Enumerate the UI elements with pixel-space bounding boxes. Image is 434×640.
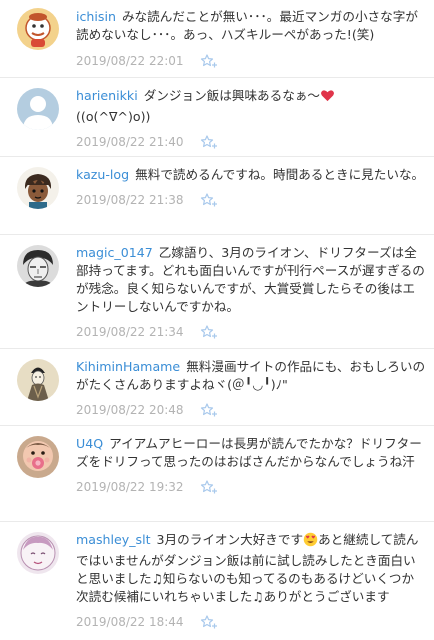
avatar-KihiminHamame[interactable] (17, 359, 59, 401)
comment-text: ichisin みな読んだことが無い･･･。最近マンガの小さな字が読めないなし･･… (76, 8, 426, 44)
comment-body: みな読んだことが無い･･･。最近マンガの小さな字が読めないなし･･･。あっ、ハズ… (76, 9, 418, 42)
comment-meta: 2019/08/22 18:44 (76, 614, 426, 630)
comment-meta: 2019/08/22 20:48 (76, 402, 426, 418)
cartoon-character-avatar (17, 8, 59, 50)
avatar-harienikki[interactable] (17, 88, 59, 130)
sketch-face-avatar (17, 532, 59, 574)
ukiyoe-figure-avatar (17, 359, 59, 401)
comment-text: U4Q アイアムアヒーローは長男が読んでたかな？ドリフターズをドリフって思ったのは… (76, 435, 426, 471)
comment-text: mashley_slt 3月のライオン大好きです あと継続して読んではいませんがダン… (76, 531, 426, 606)
username-link[interactable]: harienikki (76, 88, 138, 103)
comment-meta: 2019/08/22 22:01 (76, 53, 426, 69)
avatar-magic_0147[interactable] (17, 245, 59, 287)
star-add-icon[interactable] (200, 325, 218, 339)
comment-meta: 2019/08/22 19:32 (76, 479, 426, 495)
comment-item: mashley_slt 3月のライオン大好きです あと継続して読んではいませんがダン… (0, 522, 434, 640)
username-link[interactable]: kazu-log (76, 167, 129, 182)
avatar-kazu-log[interactable] (17, 167, 59, 209)
username-link[interactable]: KihiminHamame (76, 359, 180, 374)
heart-emoji-icon (320, 88, 335, 108)
avatar-ichisin[interactable] (17, 8, 59, 50)
comment-timestamp: 2019/08/22 20:48 (76, 403, 184, 417)
comment-text: harienikki ダンジョン飯は興味あるなぁ〜 ((o(^∇^)o)) (76, 87, 426, 126)
comment-timestamp: 2019/08/22 21:40 (76, 135, 184, 149)
username-link[interactable]: mashley_slt (76, 532, 151, 547)
comment-item: kazu-log 無料で読めるんですね。時間あるときに見たいな。 2019/08/… (0, 157, 434, 235)
star-add-icon[interactable] (200, 193, 218, 207)
comment-meta: 2019/08/22 21:34 (76, 324, 426, 340)
username-link[interactable]: ichisin (76, 9, 116, 24)
comment-timestamp: 2019/08/22 21:34 (76, 325, 184, 339)
comment-timestamp: 2019/08/22 22:01 (76, 54, 184, 68)
username-link[interactable]: magic_0147 (76, 245, 153, 260)
star-add-icon[interactable] (200, 480, 218, 494)
username-link[interactable]: U4Q (76, 436, 103, 451)
comment-meta: 2019/08/22 21:40 (76, 134, 426, 150)
comment-item: ichisin みな読んだことが無い･･･。最近マンガの小さな字が読めないなし･･… (0, 0, 434, 78)
comment-meta: 2019/08/22 21:38 (76, 192, 426, 208)
heart-eyes-face-icon (303, 532, 318, 552)
star-add-icon[interactable] (200, 54, 218, 68)
comment-item: magic_0147 乙嫁語り、3月のライオン、ドリフターズは全部持ってます。どれ… (0, 235, 434, 349)
comment-body: ダンジョン飯は興味あるなぁ〜 (143, 88, 321, 103)
comment-body: 無料で読めるんですね。時間あるときに見たいな。 (135, 167, 425, 182)
comment-timestamp: 2019/08/22 18:44 (76, 615, 184, 629)
avatar-U4Q[interactable] (17, 436, 59, 478)
comment-timestamp: 2019/08/22 19:32 (76, 480, 184, 494)
avatar-mashley_slt[interactable] (17, 532, 59, 574)
star-add-icon[interactable] (200, 615, 218, 629)
comment-body: アイアムアヒーローは長男が読んでたかな？ドリフターズをドリフって思ったのはおばさ… (76, 436, 422, 469)
comment-item: KihiminHamame 無料漫画サイトの作品にも、おもしろいのがたくさんありま… (0, 349, 434, 426)
comment-text: kazu-log 無料で読めるんですね。時間あるときに見たいな。 (76, 166, 426, 184)
comment-body-suffix: ((o(^∇^)o)) (76, 109, 151, 124)
sketch-portrait-avatar (17, 245, 59, 287)
star-add-icon[interactable] (200, 403, 218, 417)
comment-item: harienikki ダンジョン飯は興味あるなぁ〜 ((o(^∇^)o)) 2019… (0, 78, 434, 157)
default-silhouette-avatar (17, 88, 59, 130)
anime-character-avatar (17, 167, 59, 209)
comment-timestamp: 2019/08/22 21:38 (76, 193, 184, 207)
baby-with-pacifier-avatar (17, 436, 59, 478)
comment-body: 3月のライオン大好きです (156, 532, 304, 547)
star-add-icon[interactable] (200, 135, 218, 149)
comment-text: magic_0147 乙嫁語り、3月のライオン、ドリフターズは全部持ってます。どれ… (76, 244, 426, 316)
comment-text: KihiminHamame 無料漫画サイトの作品にも、おもしろいのがたくさんありま… (76, 358, 426, 394)
comment-item: U4Q アイアムアヒーローは長男が読んでたかな？ドリフターズをドリフって思ったのは… (0, 426, 434, 522)
